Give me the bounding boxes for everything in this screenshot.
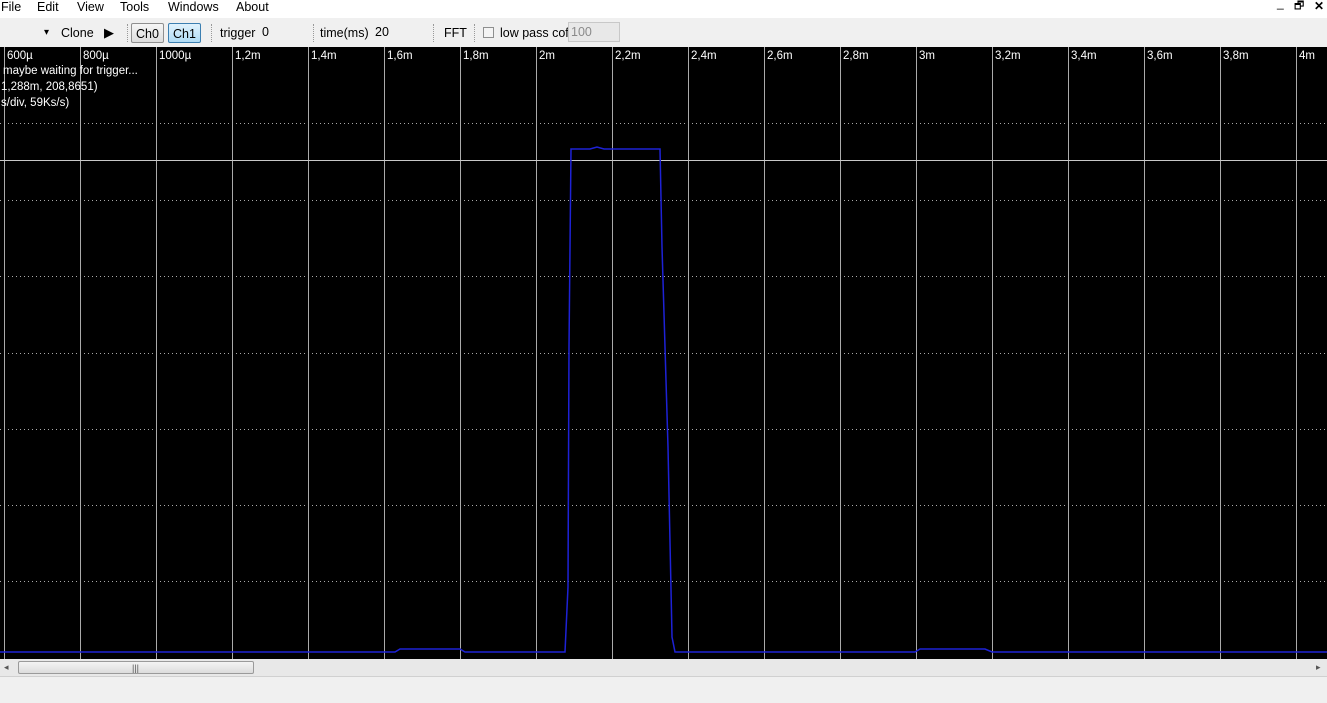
x-tick-label: 1,8m <box>463 50 489 62</box>
toolbar-separator <box>474 24 476 42</box>
x-tick-label: 4m <box>1299 50 1315 62</box>
sample-rate-readout: s/div, 59Ks/s) <box>1 97 70 109</box>
scroll-thumb[interactable]: ||| <box>18 661 254 674</box>
toolbar-separator <box>211 24 213 42</box>
trigger-input[interactable]: 0 <box>262 22 312 42</box>
x-tick-label: 2,8m <box>843 50 869 62</box>
x-tick-label: 2m <box>539 50 555 62</box>
clone-button[interactable]: Clone <box>61 18 94 48</box>
x-tick-label: 3,4m <box>1071 50 1097 62</box>
x-tick-label: 1,4m <box>311 50 337 62</box>
x-tick-label: 2,4m <box>691 50 717 62</box>
x-tick-label: 1000µ <box>159 50 192 62</box>
restore-icon[interactable]: 🗗 <box>1294 0 1304 13</box>
lowpass-label: low pass cof <box>500 26 569 40</box>
play-icon[interactable]: ▶ <box>104 18 114 48</box>
x-tick-label: 3m <box>919 50 935 62</box>
toolbar-separator <box>127 24 129 42</box>
trigger-label: trigger <box>220 26 256 40</box>
menu-edit[interactable]: Edit <box>37 0 59 14</box>
scroll-left-icon[interactable]: ◂ <box>4 662 9 673</box>
scope-status-text: maybe waiting for trigger... <box>3 65 138 77</box>
toolbar: ▾ Clone ▶ Ch0 Ch1 trigger 0 time(ms) 20 … <box>0 17 1327 48</box>
menu-bar: File Edit View Tools Windows About _ 🗗 ✕ <box>0 0 1327 17</box>
ch1-trace <box>0 146 1327 653</box>
scroll-right-icon[interactable]: ▸ <box>1316 662 1321 673</box>
horizontal-scrollbar[interactable]: ◂ ||| ▸ <box>0 659 1327 676</box>
x-tick-label: 2,6m <box>767 50 793 62</box>
x-tick-label: 1,6m <box>387 50 413 62</box>
fft-button[interactable]: FFT <box>444 18 467 48</box>
x-tick-label: 800µ <box>83 50 109 62</box>
x-tick-label: 3,2m <box>995 50 1021 62</box>
x-tick-label: 3,8m <box>1223 50 1249 62</box>
time-input[interactable]: 20 <box>375 22 430 42</box>
status-bar <box>0 676 1327 703</box>
menu-tools[interactable]: Tools <box>120 0 149 14</box>
menu-windows[interactable]: Windows <box>168 0 219 14</box>
x-tick-label: 2,2m <box>615 50 641 62</box>
toolbar-separator <box>433 24 435 42</box>
ch0-button[interactable]: Ch0 <box>131 23 164 43</box>
x-tick-label: 3,6m <box>1147 50 1173 62</box>
grip-icon: ||| <box>132 663 140 673</box>
menu-about[interactable]: About <box>236 0 269 14</box>
menu-file[interactable]: File <box>1 0 21 14</box>
cursor-readout: 1,288m, 208,8651) <box>1 81 98 93</box>
ch1-button[interactable]: Ch1 <box>168 23 201 43</box>
time-label: time(ms) <box>320 26 369 40</box>
chevron-down-icon[interactable]: ▾ <box>44 18 49 48</box>
lowpass-checkbox[interactable] <box>483 27 494 38</box>
x-tick-label: 1,2m <box>235 50 261 62</box>
x-tick-label: 600µ <box>7 50 33 62</box>
menu-view[interactable]: View <box>77 0 104 14</box>
minimize-icon[interactable]: _ <box>1277 0 1284 10</box>
scope-canvas: 600µ 800µ 1000µ 1,2m 1,4m 1,6m 1,8m 2m 2,2m 2,4m 2… <box>0 47 1327 659</box>
close-icon[interactable]: ✕ <box>1314 0 1324 13</box>
scope-display[interactable]: 600µ 800µ 1000µ 1,2m 1,4m 1,6m 1,8m 2m 2,2m 2,4m 2… <box>0 47 1327 659</box>
toolbar-separator <box>313 24 315 42</box>
lowpass-input[interactable]: 100 <box>568 22 620 42</box>
